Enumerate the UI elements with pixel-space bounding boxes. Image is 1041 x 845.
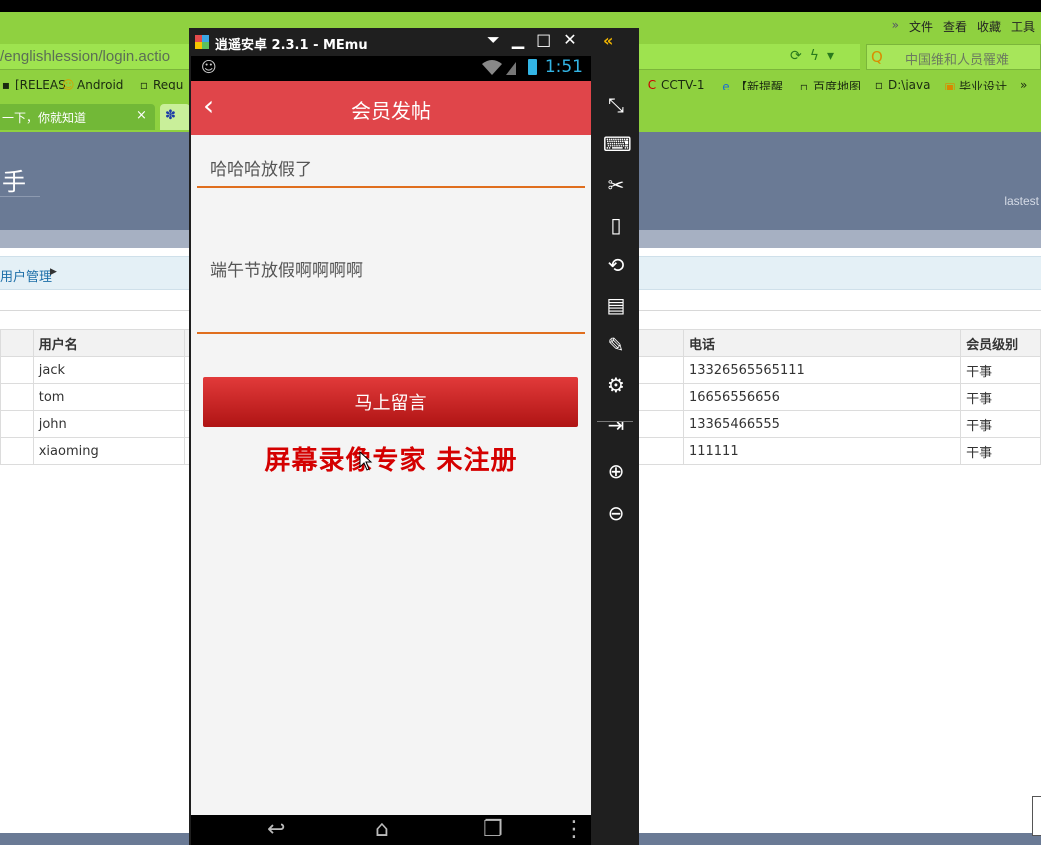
site-title: 手 <box>2 168 26 196</box>
col-blank <box>0 329 34 357</box>
rotate-icon[interactable]: ⟲ <box>603 252 629 278</box>
logo-part <box>195 35 202 42</box>
menu-more-arrow[interactable]: » <box>892 18 899 35</box>
logo-part <box>202 35 209 42</box>
exit-icon[interactable]: ⇥ <box>603 412 629 438</box>
menu-file[interactable]: 文件 <box>909 18 933 35</box>
android-status-bar: ☺ 1:51 <box>191 56 591 81</box>
cell-level: 干事 <box>960 356 1041 384</box>
search-box[interactable]: Q 中国维和人员罹难 <box>866 44 1041 70</box>
post-title-field <box>197 151 585 188</box>
tab-baidu[interactable]: 一下，你就知道 × <box>0 104 155 130</box>
col-level: 会员级别 <box>960 329 1041 357</box>
paw-icon: ✽ <box>165 108 176 123</box>
menu-drop-icon[interactable]: ⏷ <box>487 30 500 50</box>
title-underline <box>0 196 40 197</box>
screenshot-scissors-icon[interactable]: ✂ <box>603 172 629 198</box>
android-screen: ☺ 1:51 ‹ 会员发帖 端午节放假啊啊啊啊 马上留言 屏幕录像专家 未注册 <box>191 56 591 845</box>
cell-level: 干事 <box>960 383 1041 411</box>
page-title: 会员发帖 <box>351 99 431 123</box>
minimize-icon[interactable]: ▁ <box>512 30 524 50</box>
volume-up-icon[interactable]: ⊕ <box>603 458 629 484</box>
col-phone: 电话 <box>682 329 962 357</box>
tab-label: 一下，你就知道 <box>2 111 87 125</box>
maximize-icon[interactable]: □ <box>536 30 551 50</box>
cell-username: john <box>32 410 185 438</box>
status-time: 1:51 <box>544 57 583 77</box>
corner-popup[interactable] <box>1032 796 1041 836</box>
menu-view[interactable]: 查看 <box>943 18 967 35</box>
volume-down-icon[interactable]: ⊖ <box>603 500 629 526</box>
close-icon[interactable]: × <box>136 108 147 123</box>
app-action-bar: ‹ 会员发帖 <box>191 81 591 135</box>
search-icon: Q <box>871 48 883 66</box>
battery-icon <box>527 59 537 75</box>
post-content-input[interactable]: 端午节放假啊啊啊啊 <box>197 246 585 330</box>
collapse-sidebar-icon[interactable]: « <box>603 31 613 50</box>
submit-message-button[interactable]: 马上留言 <box>203 377 578 427</box>
browser-menu: » 文件 查看 收藏 工具 <box>892 18 1035 35</box>
emulator-window: 逍遥安卓 2.3.1 - MEmu ⏷ ▁ □ ✕ « ☺ 1:51 ‹ 会员发… <box>189 28 639 845</box>
cell-phone: 111111 <box>682 437 962 465</box>
overflow-menu-icon[interactable]: ⋮ <box>563 817 585 842</box>
header-right-text: lastest <box>1004 194 1039 208</box>
window-controls: ⏷ ▁ □ ✕ <box>487 30 577 50</box>
notification-icon: ☺ <box>201 58 217 76</box>
col-username: 用户名 <box>32 329 185 357</box>
wifi-signal-icon <box>481 60 516 75</box>
table-cell <box>0 410 34 438</box>
caret-right-icon: ▶ <box>50 267 57 277</box>
post-title-input[interactable] <box>197 151 585 183</box>
toolbar-divider <box>597 421 633 422</box>
cell-username: tom <box>32 383 185 411</box>
recents-nav-icon[interactable]: ❐ <box>483 817 503 842</box>
address-icons: ⟳ ϟ ▾ <box>790 48 834 64</box>
cell-username: xiaoming <box>32 437 185 465</box>
refresh-icon[interactable]: ⟳ <box>790 48 802 64</box>
emulator-toolbar: ⤡ ⌨ ✂ ▯ ⟲ ▤ ✎ ⚙ ⇥ ⊕ ⊖ <box>591 56 639 845</box>
post-content-field: 端午节放假啊啊啊啊 <box>197 246 585 334</box>
table-cell <box>0 356 34 384</box>
android-nav-bar: ↩ ⌂ ❐ ⋮ <box>191 815 591 845</box>
dropdown-icon[interactable]: ▾ <box>827 48 834 64</box>
logo-part <box>195 42 202 49</box>
shake-phone-icon[interactable]: ▯ <box>603 212 629 238</box>
screen-top-edge <box>0 0 1041 12</box>
table-cell <box>0 383 34 411</box>
cell-phone: 13326565565111 <box>682 356 962 384</box>
cell-phone: 16656556656 <box>682 383 962 411</box>
table-cell <box>0 437 34 465</box>
keyboard-icon[interactable]: ⌨ <box>603 131 632 157</box>
home-nav-icon[interactable]: ⌂ <box>375 817 389 842</box>
address-url[interactable]: /englishlession/login.actio <box>0 48 170 65</box>
cell-level: 干事 <box>960 410 1041 438</box>
cell-phone: 13365466555 <box>682 410 962 438</box>
cell-level: 干事 <box>960 437 1041 465</box>
clean-brush-icon[interactable]: ✎ <box>603 332 629 358</box>
tab-second[interactable]: ✽ <box>160 104 190 130</box>
logo-part <box>202 42 209 49</box>
search-input[interactable]: 中国维和人员罹难 <box>905 49 1009 68</box>
cell-username: jack <box>32 356 185 384</box>
menu-tools[interactable]: 工具 <box>1011 18 1035 35</box>
status-icons: 1:51 <box>480 57 583 77</box>
emulator-titlebar[interactable]: 逍遥安卓 2.3.1 - MEmu ⏷ ▁ □ ✕ « <box>189 28 639 56</box>
settings-gear-icon[interactable]: ⚙ <box>603 372 629 398</box>
mouse-cursor-icon <box>359 451 373 471</box>
back-nav-icon[interactable]: ↩ <box>267 817 285 842</box>
menu-favorites[interactable]: 收藏 <box>977 18 1001 35</box>
fullscreen-icon[interactable]: ⤡ <box>603 92 629 118</box>
apk-install-icon[interactable]: ▤ <box>603 292 629 318</box>
memu-logo-icon <box>195 35 209 49</box>
lightning-icon[interactable]: ϟ <box>810 48 819 64</box>
emulator-title: 逍遥安卓 2.3.1 - MEmu <box>215 38 368 53</box>
breadcrumb-user-management[interactable]: 用户管理 <box>0 266 52 285</box>
close-icon[interactable]: ✕ <box>563 30 576 50</box>
recorder-watermark: 屏幕录像专家 未注册 <box>264 446 518 476</box>
